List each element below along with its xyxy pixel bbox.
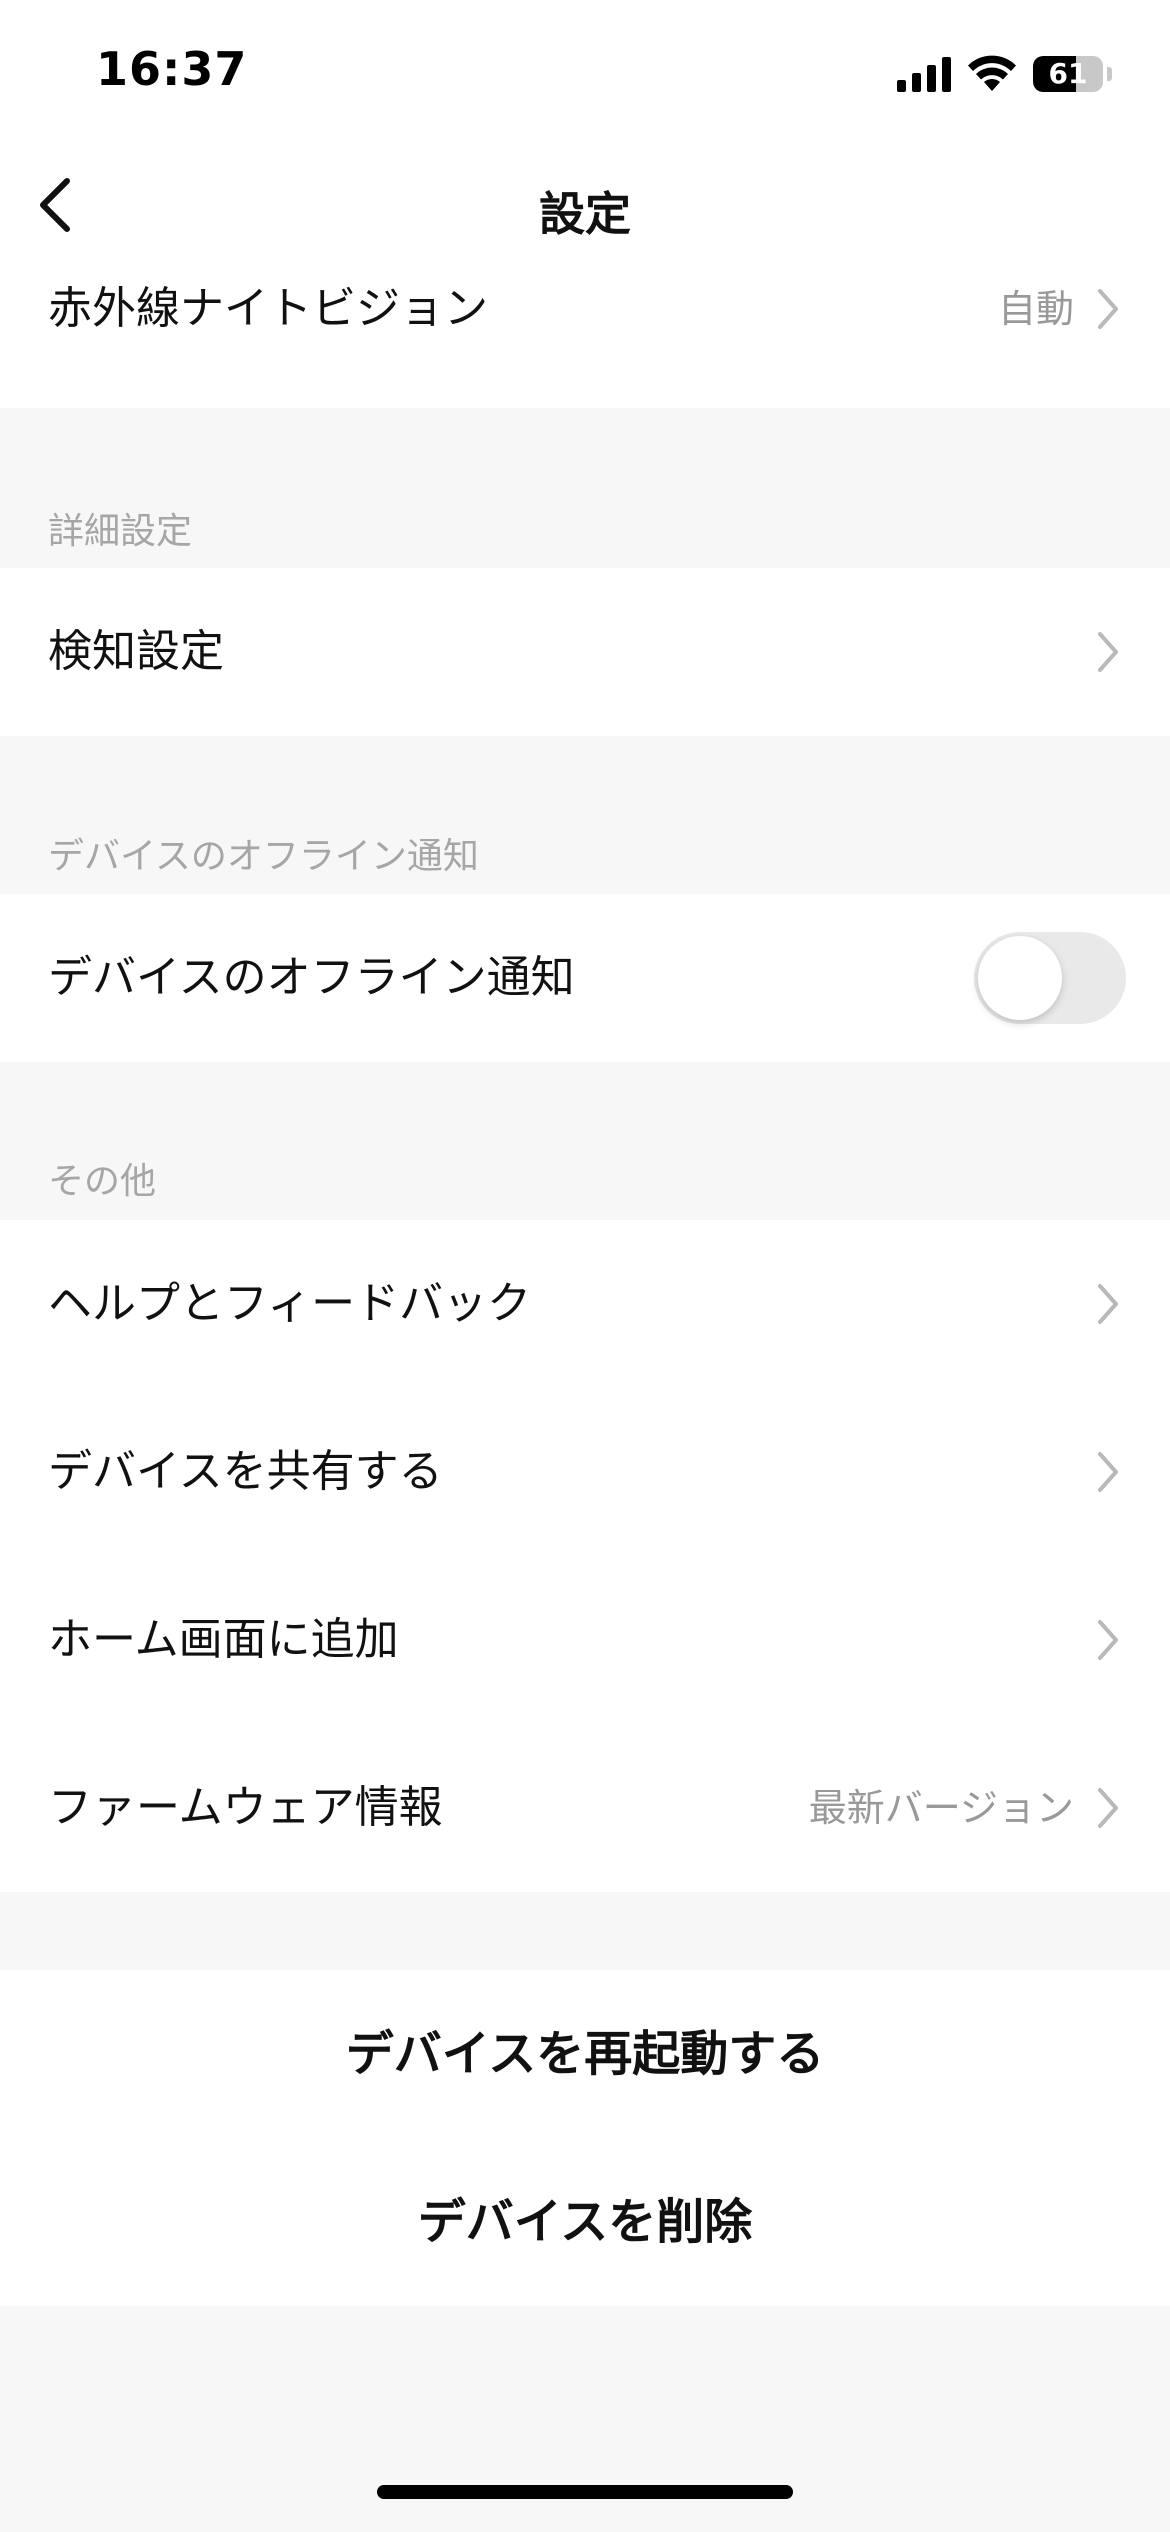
row-label: ヘルプとフィードバック bbox=[48, 1278, 532, 1329]
row-detection[interactable]: 検知設定 bbox=[0, 568, 1170, 736]
section-header-advanced: 詳細設定 bbox=[48, 511, 193, 552]
row-help-feedback[interactable]: ヘルプとフィードバック bbox=[0, 1220, 1170, 1388]
row-value: 最新バージョン bbox=[808, 1786, 1074, 1830]
row-label: デバイスを共有する bbox=[48, 1446, 443, 1497]
offline-notification-toggle[interactable] bbox=[974, 932, 1126, 1024]
row-firmware-info[interactable]: ファームウェア情報 最新バージョン bbox=[0, 1724, 1170, 1892]
wifi-icon bbox=[968, 55, 1016, 91]
chevron-right-icon bbox=[1098, 1620, 1118, 1660]
restart-device-button[interactable]: デバイスを再起動する bbox=[0, 1970, 1170, 2138]
row-label: ホーム画面に追加 bbox=[48, 1614, 399, 1665]
row-value: 自動 bbox=[997, 287, 1074, 331]
status-bar: 16:37 61 bbox=[0, 0, 1170, 140]
action-label: デバイスを再起動する bbox=[345, 2026, 825, 2082]
chevron-right-icon bbox=[1098, 1284, 1118, 1324]
battery-level: 61 bbox=[1048, 57, 1088, 90]
settings-screen: 16:37 61 設定 赤外線ナイトビジョン 自動 詳細設定 検知設定 デバイス… bbox=[0, 0, 1170, 2532]
chevron-right-icon bbox=[1098, 1452, 1118, 1492]
chevron-right-icon bbox=[1098, 289, 1118, 329]
battery-icon: 61 bbox=[1033, 56, 1103, 92]
toggle-knob bbox=[978, 936, 1062, 1020]
status-time: 16:37 bbox=[96, 42, 248, 96]
row-label: 赤外線ナイトビジョン bbox=[48, 283, 488, 334]
row-add-home-screen[interactable]: ホーム画面に追加 bbox=[0, 1556, 1170, 1724]
section-header-offline: デバイスのオフライン通知 bbox=[48, 836, 479, 877]
remove-device-button[interactable]: デバイスを削除 bbox=[0, 2138, 1170, 2306]
chevron-right-icon bbox=[1098, 632, 1118, 672]
action-label: デバイスを削除 bbox=[417, 2194, 753, 2250]
row-label: ファームウェア情報 bbox=[48, 1782, 443, 1833]
chevron-right-icon bbox=[1098, 1788, 1118, 1828]
home-indicator bbox=[377, 2485, 793, 2499]
row-label: デバイスのオフライン通知 bbox=[48, 952, 575, 1003]
row-share-device[interactable]: デバイスを共有する bbox=[0, 1388, 1170, 1556]
status-icons: 61 bbox=[897, 50, 1112, 98]
section-header-other: その他 bbox=[48, 1161, 157, 1202]
row-night-vision[interactable]: 赤外線ナイトビジョン 自動 bbox=[0, 240, 1170, 408]
row-label: 検知設定 bbox=[48, 626, 224, 677]
row-offline-notification: デバイスのオフライン通知 bbox=[0, 894, 1170, 1062]
cellular-signal-icon bbox=[897, 56, 951, 92]
battery-cap bbox=[1107, 67, 1112, 81]
